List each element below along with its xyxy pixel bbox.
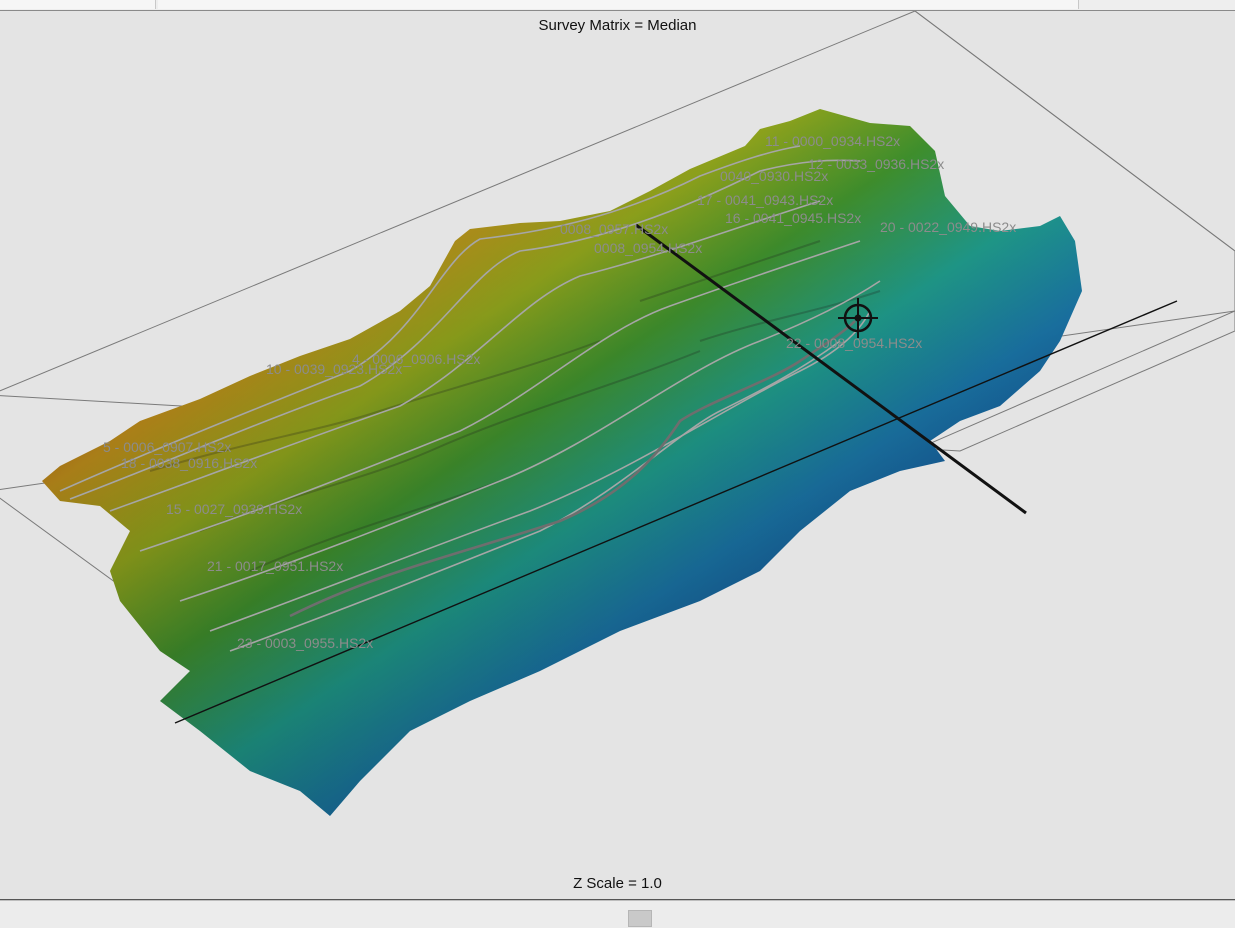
survey-line-label[interactable]: 4 - 0006_0906.HS2x — [352, 351, 480, 367]
survey-line-label[interactable]: 0008_0954.HS2x — [594, 240, 702, 256]
survey-line-label[interactable]: 18 - 0038_0916.HS2x — [121, 455, 257, 471]
survey-line-label[interactable]: 21 - 0017_0951.HS2x — [207, 558, 343, 574]
survey-line-label[interactable]: 0040_0930.HS2x — [720, 168, 828, 184]
z-scale-label: Z Scale = 1.0 — [573, 875, 662, 892]
survey-line-label[interactable]: 0008_0957.HS2x — [560, 221, 668, 237]
survey-line-label[interactable]: 16 - 0041_0945.HS2x — [725, 210, 861, 226]
survey-line-label[interactable]: 11 - 0000_0934.HS2x — [765, 133, 900, 149]
survey-line-label[interactable]: 23 - 0003_0955.HS2x — [237, 635, 373, 651]
3d-viewport[interactable]: 11 - 0000_0934.HS2x 12 - 0033_0936.HS2x … — [0, 11, 1235, 900]
survey-line-label[interactable]: 12 - 0033_0936.HS2x — [808, 156, 944, 172]
survey-line-label[interactable]: 17 - 0041_0943.HS2x — [697, 192, 833, 208]
bottom-scrollbar[interactable] — [0, 900, 1235, 928]
survey-line-label[interactable]: 15 - 0027_0939.HS2x — [166, 501, 302, 517]
survey-matrix-title: Survey Matrix = Median — [538, 17, 697, 34]
top-toolbar-strip — [0, 0, 1235, 11]
toolbar-tab[interactable] — [0, 0, 156, 9]
survey-line-label[interactable]: 22 - 0008_0954.HS2x — [786, 335, 922, 351]
scrollbar-thumb[interactable] — [628, 910, 652, 927]
toolbar-tab[interactable] — [158, 0, 1079, 9]
survey-line-label[interactable]: 5 - 0006_0907.HS2x — [103, 439, 231, 455]
survey-line-label[interactable]: 20 - 0022_0949.HS2x — [880, 219, 1016, 235]
bathymetry-scene[interactable]: 11 - 0000_0934.HS2x 12 - 0033_0936.HS2x … — [0, 11, 1235, 899]
